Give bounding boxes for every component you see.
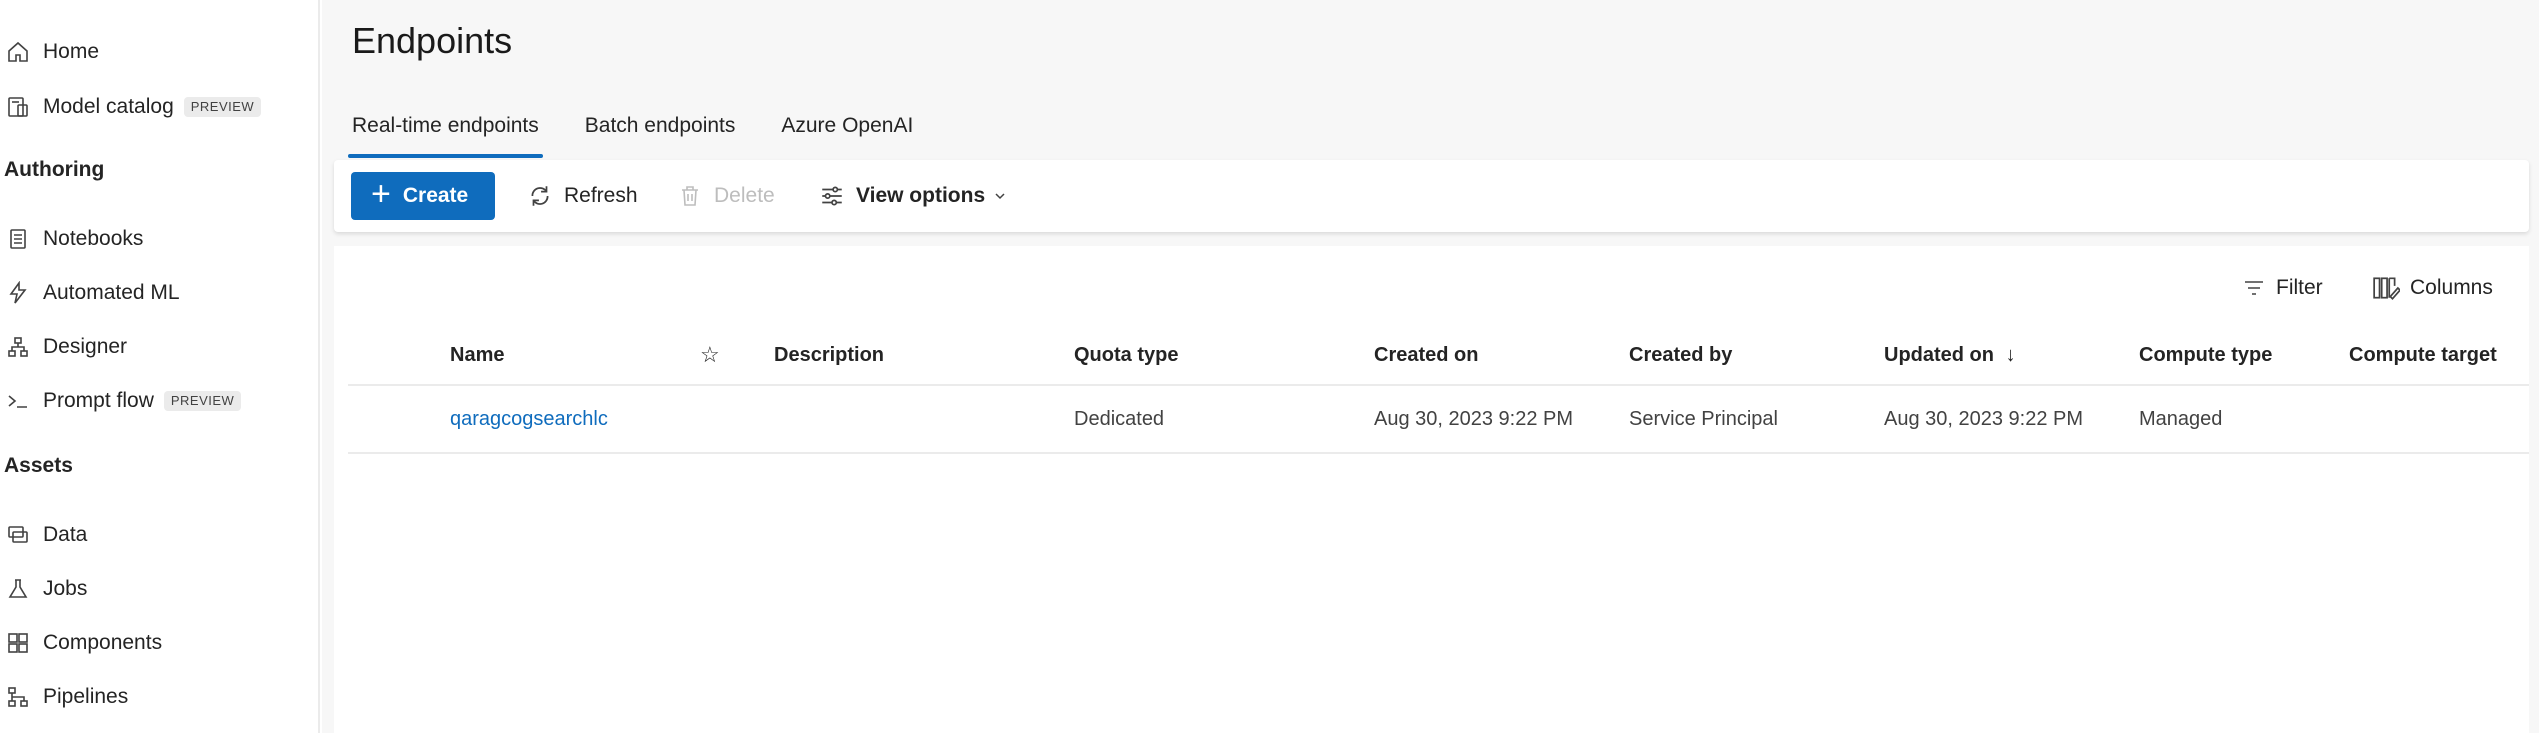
endpoint-name-link[interactable]: qaragcogsearchlc — [450, 406, 608, 432]
main-content: Endpoints Real-time endpoints Batch endp… — [322, 0, 2539, 733]
sidebar-item-notebooks[interactable]: Notebooks — [0, 217, 143, 261]
table-row[interactable]: qaragcogsearchlc Dedicated Aug 30, 2023 … — [348, 388, 2529, 454]
plus-icon: + — [371, 175, 391, 213]
automated-ml-icon — [4, 279, 32, 307]
components-icon — [4, 629, 32, 657]
sidebar-item-label: Components — [43, 631, 163, 654]
column-header-compute-target[interactable]: Compute target — [2349, 340, 2497, 370]
section-title-authoring: Authoring — [4, 158, 105, 181]
notebook-icon — [4, 225, 32, 253]
cell-created-by: Service Principal — [1629, 408, 1778, 430]
trash-icon — [676, 182, 704, 210]
tab-list: Real-time endpoints Batch endpoints Azur… — [348, 108, 955, 158]
left-nav-sidebar: Home Model catalog PREVIEW Authoring Not… — [0, 0, 320, 733]
preview-badge: PREVIEW — [183, 97, 262, 117]
cell-compute-type: Managed — [2139, 408, 2223, 430]
sidebar-item-model-catalog[interactable]: Model catalog PREVIEW — [0, 85, 262, 129]
view-options-label: View options — [856, 184, 986, 207]
column-header-compute-type[interactable]: Compute type — [2139, 340, 2272, 370]
updated-on-label: Updated on — [1884, 344, 1994, 366]
prompt-flow-icon — [4, 387, 32, 415]
refresh-button-label: Refresh — [564, 184, 638, 207]
command-bar: + Create Refresh Delete View options — [334, 160, 2529, 232]
column-header-created-on[interactable]: Created on — [1374, 340, 1478, 370]
refresh-icon — [526, 182, 554, 210]
tab-batch-endpoints[interactable]: Batch endpoints — [581, 108, 740, 158]
column-header-updated-on[interactable]: Updated on ↓ — [1884, 340, 2016, 370]
columns-icon — [2372, 275, 2400, 301]
sidebar-item-jobs[interactable]: Jobs — [0, 567, 87, 611]
sidebar-item-data[interactable]: Data — [0, 513, 87, 557]
cell-updated-on: Aug 30, 2023 9:22 PM — [1884, 408, 2084, 430]
cell-quota-type: Dedicated — [1074, 408, 1165, 430]
model-catalog-icon — [4, 93, 32, 121]
delete-button-label: Delete — [714, 184, 775, 207]
sidebar-item-label: Jobs — [43, 577, 88, 600]
refresh-button[interactable]: Refresh — [526, 172, 638, 220]
sort-descending-icon: ↓ — [2005, 344, 2016, 366]
column-header-quota-type[interactable]: Quota type — [1074, 340, 1178, 370]
filter-label: Filter — [2276, 276, 2323, 299]
columns-button[interactable]: Columns — [2372, 270, 2493, 306]
chevron-down-icon — [993, 189, 1007, 203]
filter-button[interactable]: Filter — [2242, 270, 2323, 306]
sidebar-item-components[interactable]: Components — [0, 621, 162, 665]
section-title-assets: Assets — [4, 454, 73, 477]
table-header: Name ☆ Description Quota type Created on… — [348, 340, 2529, 386]
data-icon — [4, 521, 32, 549]
jobs-icon — [4, 575, 32, 603]
designer-icon — [4, 333, 32, 361]
favorite-star-icon[interactable]: ☆ — [700, 340, 720, 370]
sidebar-item-designer[interactable]: Designer — [0, 325, 127, 369]
create-button-label: Create — [402, 184, 469, 207]
sidebar-item-prompt-flow[interactable]: Prompt flow PREVIEW — [0, 379, 242, 423]
sidebar-item-label: Notebooks — [43, 227, 144, 250]
sidebar-item-home[interactable]: Home — [0, 30, 99, 74]
filter-icon — [2242, 276, 2266, 300]
tab-azure-openai[interactable]: Azure OpenAI — [777, 108, 917, 158]
sidebar-item-label: Data — [43, 523, 88, 546]
tab-real-time-endpoints[interactable]: Real-time endpoints — [348, 108, 543, 158]
sidebar-item-label: Model catalog — [43, 95, 174, 118]
columns-label: Columns — [2410, 276, 2493, 299]
sidebar-item-pipelines[interactable]: Pipelines — [0, 675, 128, 719]
column-header-name[interactable]: Name — [450, 340, 504, 370]
column-header-created-by[interactable]: Created by — [1629, 340, 1732, 370]
sidebar-item-label: Home — [43, 40, 100, 63]
cell-created-on: Aug 30, 2023 9:22 PM — [1374, 408, 1574, 430]
sidebar-item-label: Designer — [43, 335, 128, 358]
pipelines-icon — [4, 683, 32, 711]
sidebar-item-label: Pipelines — [43, 685, 129, 708]
create-button[interactable]: + Create — [351, 172, 495, 220]
preview-badge: PREVIEW — [163, 391, 242, 411]
sidebar-item-label: Automated ML — [43, 281, 180, 304]
column-header-description[interactable]: Description — [774, 340, 884, 370]
delete-button[interactable]: Delete — [676, 172, 775, 220]
home-icon — [4, 38, 32, 66]
sliders-icon — [818, 182, 846, 210]
sidebar-item-automated-ml[interactable]: Automated ML — [0, 271, 180, 315]
sidebar-item-label: Prompt flow — [43, 389, 154, 412]
endpoints-table-panel: Filter Columns Name ☆ Description Quota … — [334, 246, 2529, 733]
view-options-button[interactable]: View options — [818, 172, 1007, 220]
page-title: Endpoints — [352, 20, 513, 61]
